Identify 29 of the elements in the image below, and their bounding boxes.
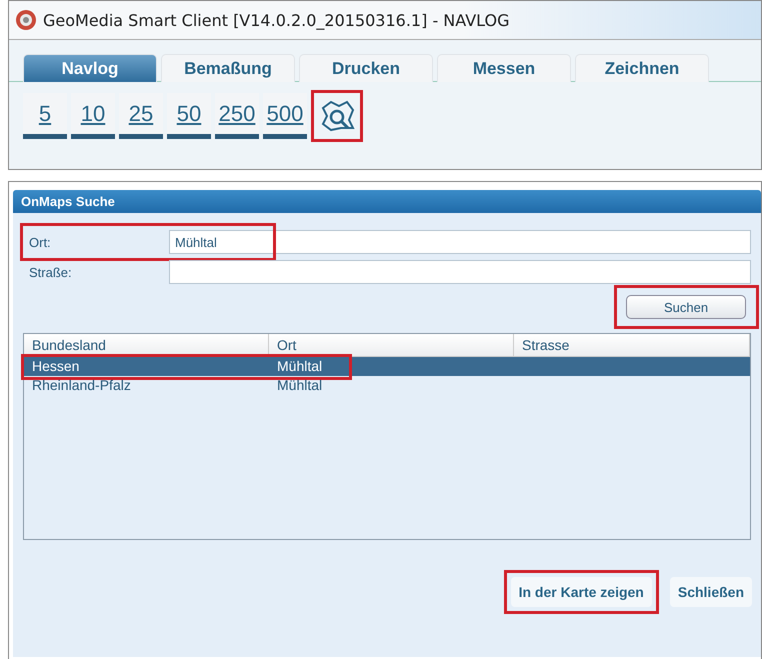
table-cell-text: Mühltal [276, 357, 324, 376]
dialog-button[interactable]: In der Karte zeigen [510, 577, 652, 607]
dialog-button[interactable]: Schließen [670, 577, 752, 607]
table-row[interactable]: Rheinland-Pfalz Mühltal [24, 376, 750, 395]
window-title: GeoMedia Smart Client [V14.0.2.0_20150316.1] - NAVLOG [43, 10, 510, 30]
scale-button[interactable]: 500 [263, 93, 307, 139]
column-header[interactable]: Bundesland [24, 334, 269, 356]
field-label: Straße: [28, 264, 73, 280]
tab[interactable]: Navlog [23, 54, 157, 82]
scale-button[interactable]: 50 [167, 93, 211, 139]
search-button[interactable]: Suchen [626, 295, 746, 319]
column-header[interactable]: Strasse [514, 334, 750, 356]
column-header[interactable]: Ort [269, 334, 514, 356]
scale-button[interactable]: 25 [119, 93, 163, 139]
tab[interactable]: Messen [437, 54, 571, 82]
dialog-title: OnMaps Suche [13, 190, 761, 213]
map-search-button[interactable] [311, 90, 363, 142]
tab[interactable]: Zeichnen [575, 54, 709, 82]
table-cell-text: Mühltal [276, 376, 324, 395]
scale-button[interactable]: 5 [23, 93, 67, 139]
scale-button[interactable]: 250 [215, 93, 259, 139]
tab[interactable]: Drucken [299, 54, 433, 82]
field-label: Ort: [28, 234, 52, 250]
tab[interactable]: Bemaßung [161, 54, 295, 82]
table-cell-text: Rheinland-Pfalz [31, 376, 132, 395]
table-cell-text: Hessen [31, 357, 80, 376]
scale-button[interactable]: 10 [71, 93, 115, 139]
input-field[interactable] [169, 260, 751, 284]
input-field[interactable]: Mühltal [169, 230, 751, 254]
